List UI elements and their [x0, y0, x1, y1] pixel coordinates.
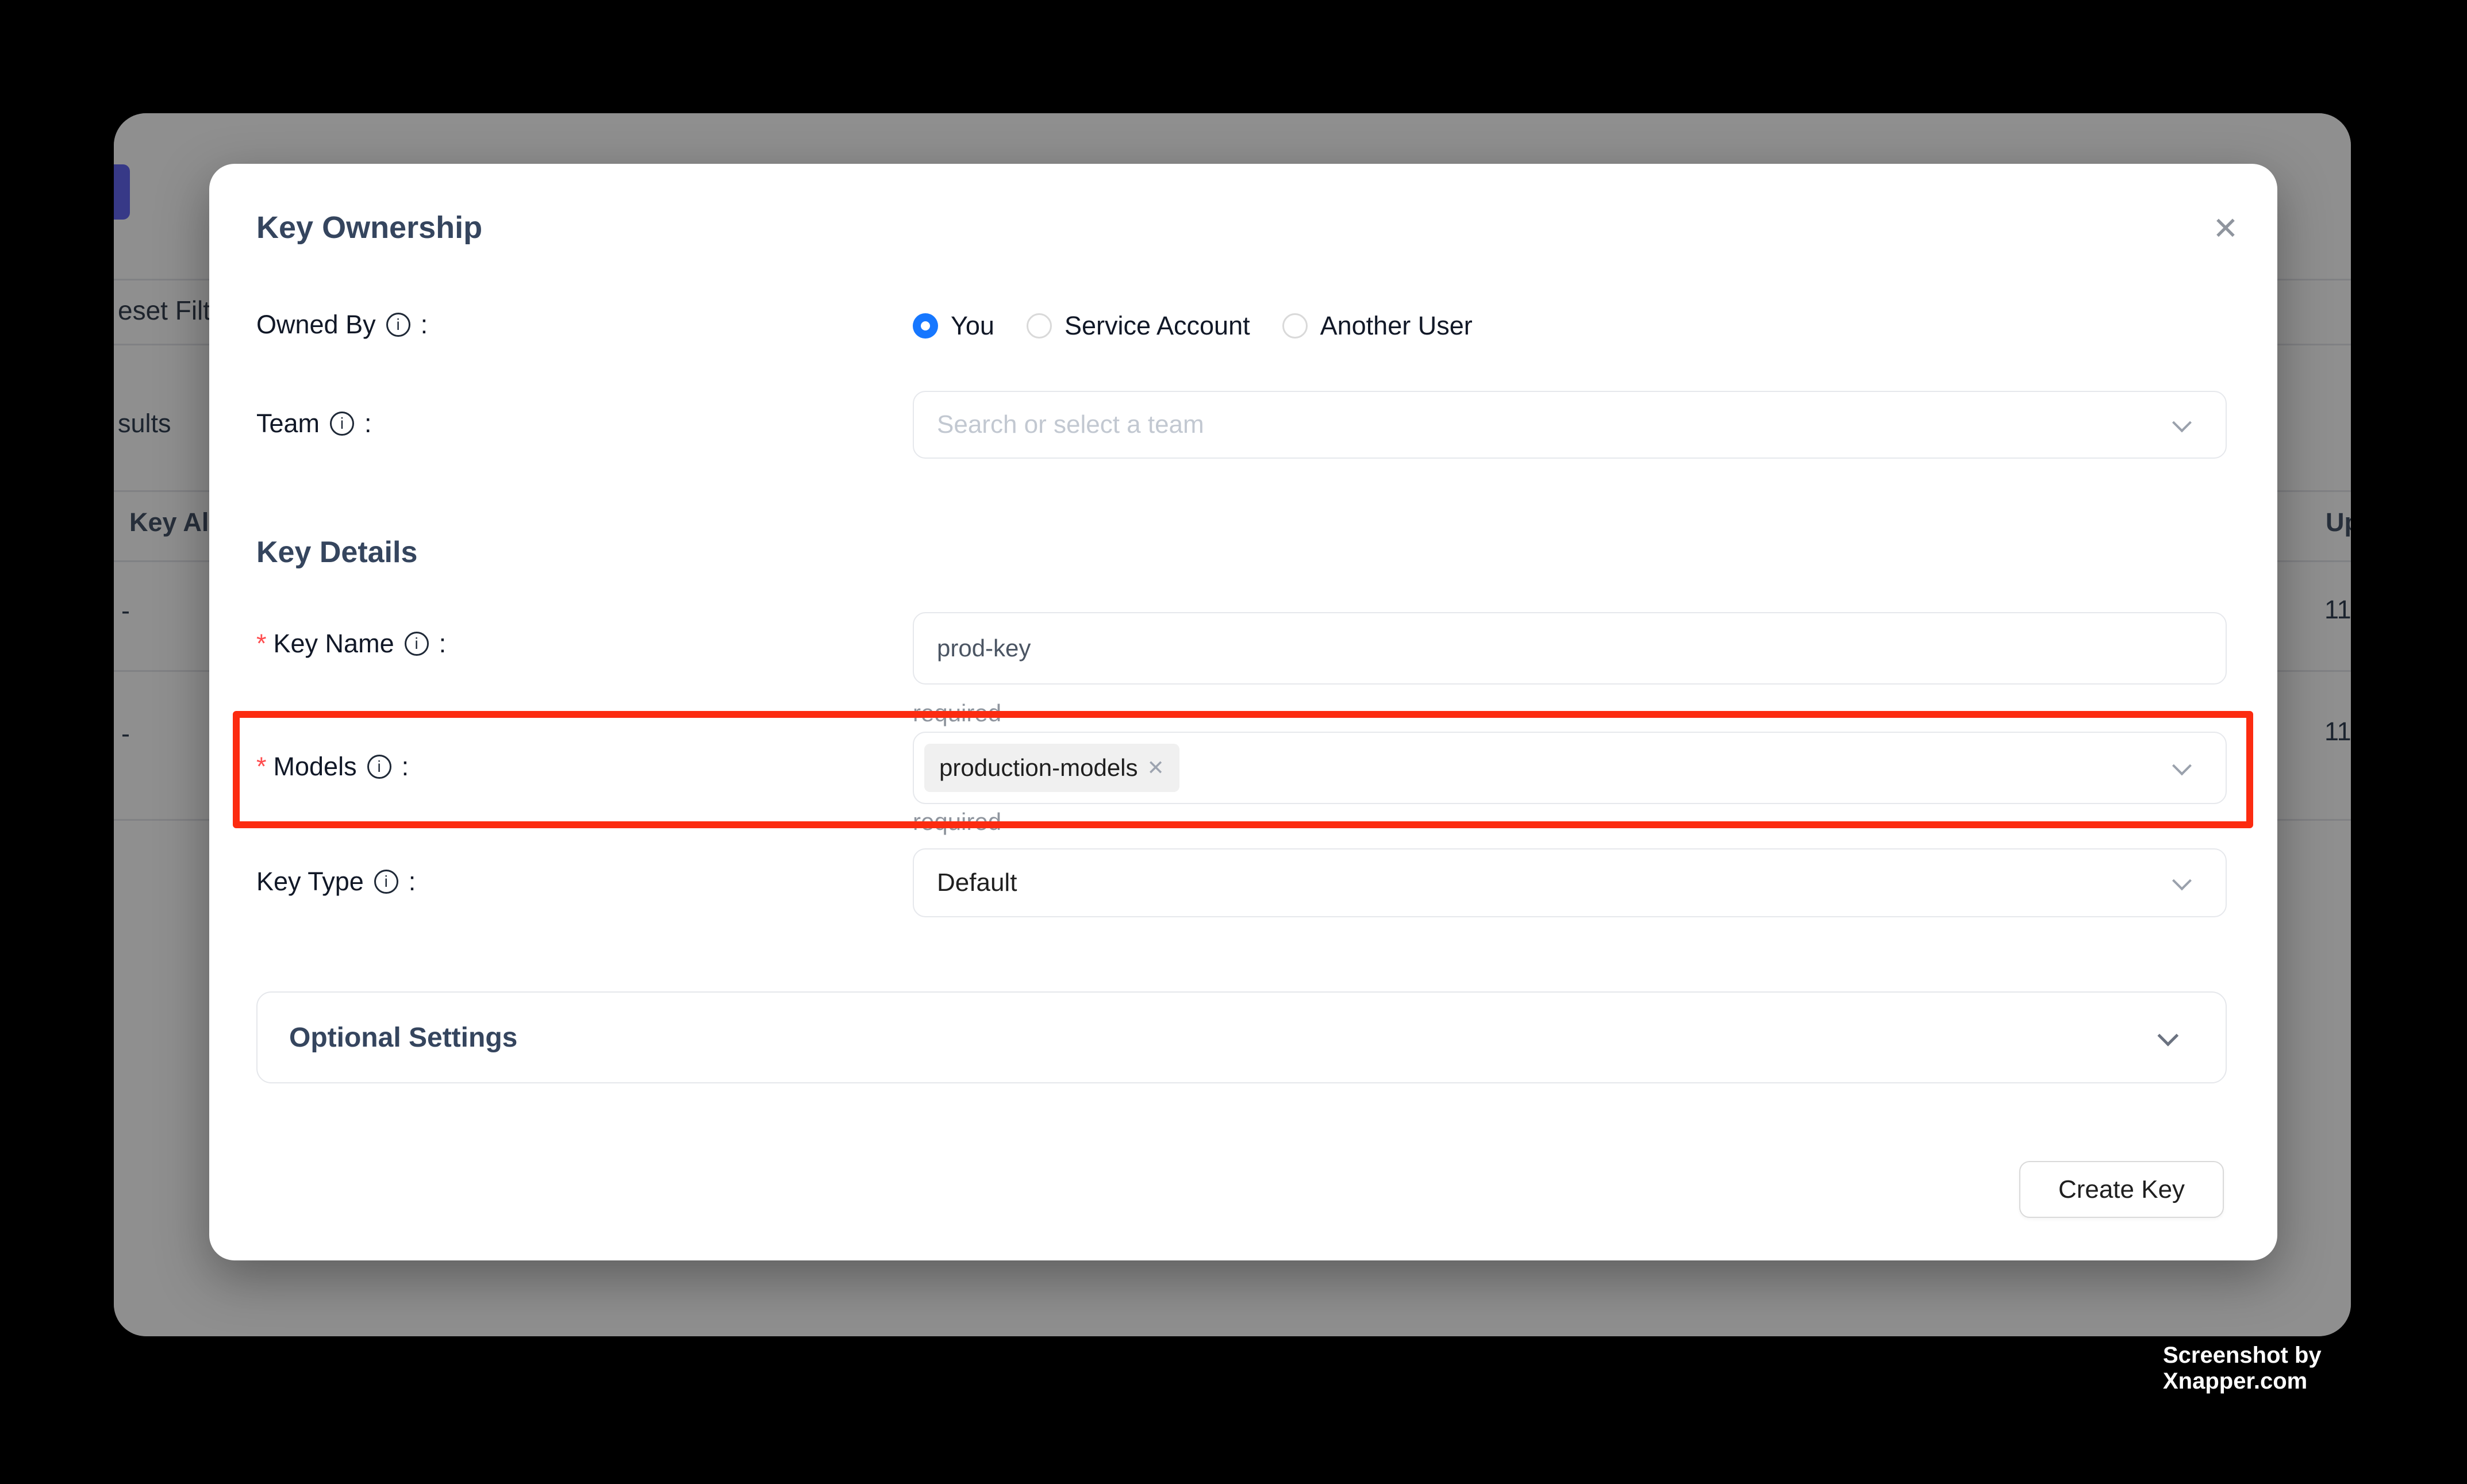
- colon: :: [364, 409, 372, 439]
- chevron-down-icon: [2172, 871, 2192, 890]
- models-label: * Models i :: [256, 752, 409, 782]
- team-label-text: Team: [256, 409, 320, 439]
- models-validation-message: required: [913, 808, 1001, 836]
- team-select[interactable]: Search or select a team: [913, 391, 2227, 459]
- modal-title: Key Ownership: [256, 210, 482, 245]
- selected-model-tag: production-models ✕: [924, 744, 1179, 792]
- team-select-placeholder: Search or select a team: [914, 410, 1204, 439]
- watermark-text: Screenshot by Xnapper.com: [2163, 1343, 2467, 1394]
- info-icon[interactable]: i: [367, 755, 391, 779]
- key-type-label-text: Key Type: [256, 867, 364, 897]
- chevron-down-icon: [2172, 413, 2192, 432]
- key-details-title: Key Details: [256, 535, 417, 570]
- chevron-down-icon: [2157, 1025, 2178, 1047]
- colon: :: [409, 867, 416, 897]
- models-select[interactable]: production-models ✕: [913, 732, 2227, 804]
- colon: :: [421, 310, 428, 340]
- key-name-validation-message: required: [913, 699, 1001, 727]
- owned-by-radio-group: You Service Account Another User: [913, 311, 1473, 341]
- radio-label: Another User: [1320, 311, 1473, 341]
- key-type-label: Key Type i :: [256, 867, 416, 897]
- radio-service-account[interactable]: Service Account: [1027, 311, 1250, 341]
- create-key-modal: ✕ Key Ownership Owned By i : You Service…: [209, 164, 2277, 1260]
- create-key-button[interactable]: Create Key: [2019, 1161, 2224, 1218]
- radio-label: Service Account: [1065, 311, 1250, 341]
- close-icon[interactable]: ✕: [2203, 205, 2249, 251]
- chevron-down-icon: [2172, 756, 2192, 775]
- colon: :: [402, 752, 409, 782]
- optional-settings-title: Optional Settings: [289, 1022, 517, 1054]
- radio-another-user[interactable]: Another User: [1282, 311, 1473, 341]
- radio-circle[interactable]: [1027, 313, 1052, 339]
- info-icon[interactable]: i: [405, 632, 429, 656]
- radio-you[interactable]: You: [913, 311, 994, 341]
- radio-circle[interactable]: [913, 313, 938, 339]
- info-icon[interactable]: i: [330, 412, 354, 436]
- key-name-input[interactable]: prod-key: [913, 612, 2227, 685]
- info-icon[interactable]: i: [386, 313, 410, 337]
- tag-remove-icon[interactable]: ✕: [1147, 756, 1165, 780]
- radio-circle[interactable]: [1282, 313, 1308, 339]
- selected-model-tag-text: production-models: [939, 754, 1138, 782]
- screenshot-canvas: eset Filt sults Key Alia Up - 11/ - 11/ …: [0, 0, 2467, 1484]
- colon: :: [439, 629, 447, 659]
- key-type-value: Default: [914, 868, 1017, 897]
- required-asterisk: *: [256, 752, 267, 782]
- info-icon[interactable]: i: [374, 870, 398, 894]
- radio-label: You: [951, 311, 994, 341]
- key-name-label-text: Key Name: [274, 629, 394, 659]
- required-asterisk: *: [256, 629, 267, 659]
- optional-settings-panel[interactable]: Optional Settings: [256, 991, 2227, 1083]
- owned-by-label: Owned By i :: [256, 310, 428, 340]
- team-label: Team i :: [256, 409, 372, 439]
- owned-by-label-text: Owned By: [256, 310, 376, 340]
- key-name-value: prod-key: [914, 635, 1031, 662]
- key-name-label: * Key Name i :: [256, 629, 446, 659]
- key-type-select[interactable]: Default: [913, 848, 2227, 917]
- models-label-text: Models: [274, 752, 357, 782]
